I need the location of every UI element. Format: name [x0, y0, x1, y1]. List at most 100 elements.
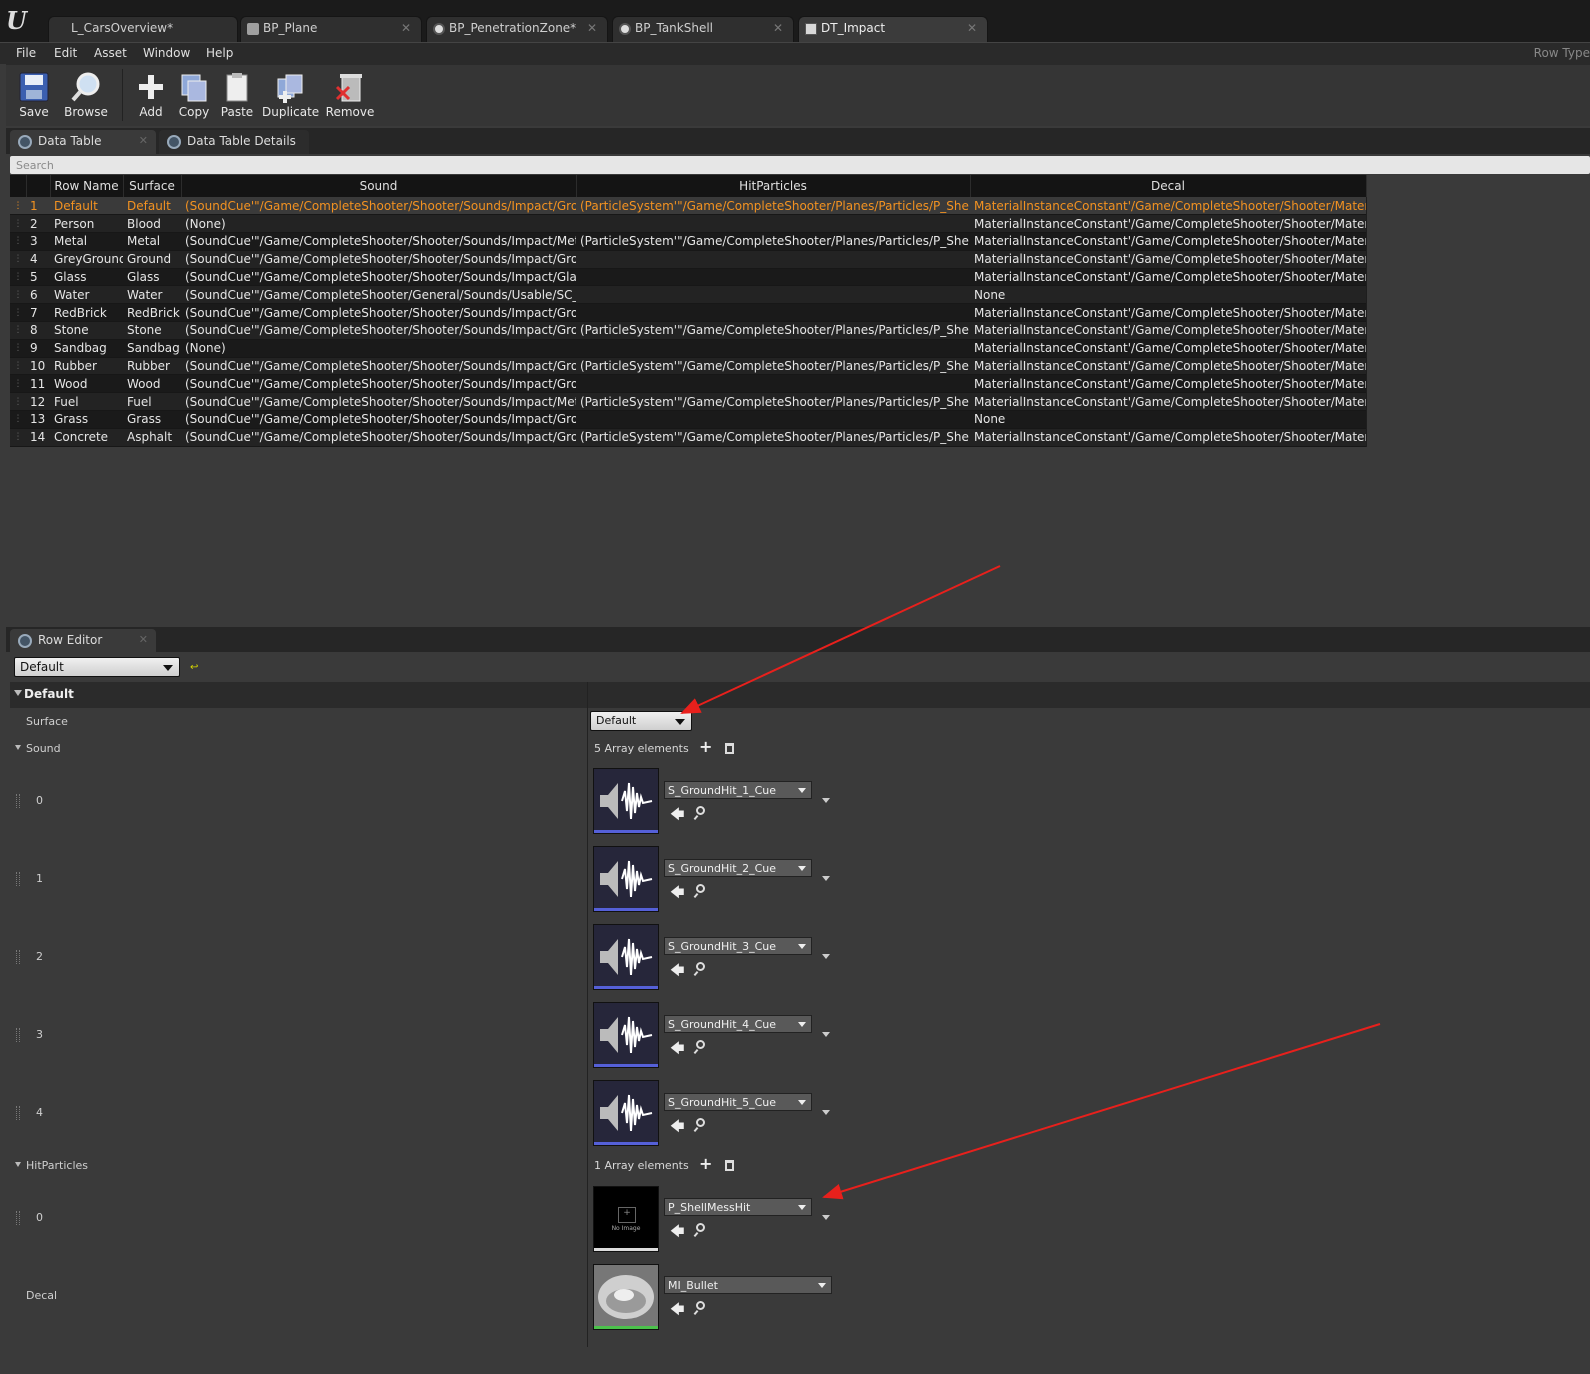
- doc-tab-bp-tankshell[interactable]: BP_TankShell ✕: [612, 16, 794, 42]
- chevron-down-icon[interactable]: [822, 954, 830, 959]
- doc-tab-dt-impact[interactable]: DT_Impact ✕: [798, 16, 988, 42]
- trash-icon[interactable]: [725, 743, 734, 754]
- paste-button[interactable]: Paste: [209, 67, 265, 125]
- table-row[interactable]: ⋮ 9 Sandbag Sandbag (None) MaterialInstanceCo…: [10, 339, 1366, 358]
- row-drag-handle-icon[interactable]: ⋮: [10, 357, 26, 376]
- sound-asset-dropdown[interactable]: S_GroundHit_3_Cue: [664, 937, 812, 955]
- table-row[interactable]: ⋮ 14 Concrete Asphalt (SoundCue'"/Game/Compl…: [10, 428, 1366, 447]
- browse-asset-icon[interactable]: [696, 884, 705, 893]
- use-selected-arrow-icon[interactable]: 🡄: [670, 960, 684, 984]
- row-drag-handle-icon[interactable]: ⋮: [10, 303, 26, 323]
- menu-asset[interactable]: Asset: [94, 46, 127, 60]
- table-row[interactable]: ⋮ 7 RedBrick RedBrick (SoundCue'"/Game/Compl…: [10, 303, 1366, 323]
- row-drag-handle-icon[interactable]: ⋮: [10, 428, 26, 447]
- sound-thumbnail[interactable]: [593, 846, 659, 912]
- row-drag-handle-icon[interactable]: ⋮: [10, 214, 26, 234]
- browse-asset-icon[interactable]: [696, 1223, 705, 1232]
- sound-asset-dropdown[interactable]: S_GroundHit_2_Cue: [664, 859, 812, 877]
- doc-tab-bp-plane[interactable]: BP_Plane ✕: [240, 16, 422, 42]
- table-row[interactable]: ⋮ 6 Water Water (SoundCue'"/Game/CompleteSho…: [10, 285, 1366, 305]
- decal-asset-dropdown[interactable]: MI_Bullet: [664, 1276, 832, 1294]
- sound-asset-dropdown[interactable]: S_GroundHit_4_Cue: [664, 1015, 812, 1033]
- row-drag-handle-icon[interactable]: ⋮: [10, 268, 26, 287]
- chevron-down-icon[interactable]: [822, 798, 830, 803]
- particle-asset-dropdown[interactable]: P_ShellMessHit: [664, 1198, 812, 1216]
- menu-help[interactable]: Help: [206, 46, 233, 60]
- table-row[interactable]: ⋮ 12 Fuel Fuel (SoundCue'"/Game/CompleteShoo…: [10, 392, 1366, 412]
- drag-handle-icon[interactable]: [16, 1106, 20, 1120]
- row-drag-handle-icon[interactable]: ⋮: [10, 197, 26, 216]
- menu-edit[interactable]: Edit: [54, 46, 77, 60]
- category-header[interactable]: Default: [10, 682, 1590, 708]
- sound-thumbnail[interactable]: [593, 924, 659, 990]
- doc-tab-level[interactable]: L_CarsOverview*: [48, 16, 238, 42]
- trash-icon[interactable]: [725, 1160, 734, 1171]
- browse-asset-icon[interactable]: [696, 962, 705, 971]
- chevron-down-icon[interactable]: [822, 1032, 830, 1037]
- particle-thumbnail[interactable]: + No Image: [593, 1186, 659, 1252]
- remove-button[interactable]: Remove: [322, 67, 378, 125]
- menu-file[interactable]: File: [16, 46, 36, 60]
- browse-asset-icon[interactable]: [696, 806, 705, 815]
- tab-row-editor[interactable]: Row Editor ✕: [10, 629, 156, 653]
- close-icon[interactable]: ✕: [773, 21, 783, 35]
- header-hitparticles[interactable]: HitParticles: [576, 175, 971, 197]
- browse-asset-icon[interactable]: [696, 1301, 705, 1310]
- row-drag-handle-icon[interactable]: ⋮: [10, 339, 26, 358]
- use-selected-arrow-icon[interactable]: 🡄: [670, 1116, 684, 1140]
- table-row[interactable]: ⋮ 5 Glass Glass (SoundCue'"/Game/CompleteSho…: [10, 268, 1366, 287]
- surface-dropdown[interactable]: Default: [590, 711, 692, 731]
- search-box[interactable]: [10, 156, 1590, 174]
- row-drag-handle-icon[interactable]: ⋮: [10, 374, 26, 394]
- drag-handle-icon[interactable]: [16, 872, 20, 886]
- close-icon[interactable]: ✕: [139, 134, 148, 147]
- table-row[interactable]: ⋮ 11 Wood Wood (SoundCue'"/Game/CompleteShoo…: [10, 374, 1366, 394]
- add-element-icon[interactable]: +: [699, 1154, 712, 1173]
- browse-asset-icon[interactable]: [696, 1118, 705, 1127]
- browse-button[interactable]: Browse: [58, 67, 114, 125]
- header-decal[interactable]: Decal: [970, 175, 1367, 197]
- doc-tab-bp-penetrationzone[interactable]: BP_PenetrationZone* ✕: [426, 16, 608, 42]
- table-row[interactable]: ⋮ 3 Metal Metal (SoundCue'"/Game/CompleteSho…: [10, 232, 1366, 251]
- browse-asset-icon[interactable]: [696, 1040, 705, 1049]
- decal-thumbnail[interactable]: [593, 1264, 659, 1330]
- use-selected-arrow-icon[interactable]: 🡄: [670, 1038, 684, 1062]
- header-surface[interactable]: Surface: [123, 175, 182, 197]
- header-row-name[interactable]: Row Name: [50, 175, 124, 197]
- add-element-icon[interactable]: +: [699, 737, 712, 756]
- table-row[interactable]: ⋮ 13 Grass Grass (SoundCue'"/Game/CompleteSh…: [10, 410, 1366, 429]
- search-input[interactable]: [10, 156, 1590, 174]
- duplicate-button[interactable]: Duplicate: [262, 67, 319, 125]
- table-row[interactable]: ⋮ 4 GreyGround Ground (SoundCue'"/Game/Compl…: [10, 250, 1366, 269]
- use-selected-arrow-icon[interactable]: 🡄: [670, 804, 684, 828]
- use-selected-arrow-icon[interactable]: 🡄: [670, 1299, 684, 1323]
- table-row[interactable]: ⋮ 1 Default Default (SoundCue'"/Game/Complet…: [10, 197, 1366, 216]
- row-drag-handle-icon[interactable]: ⋮: [10, 232, 26, 251]
- chevron-down-icon[interactable]: [822, 876, 830, 881]
- menu-window[interactable]: Window: [143, 46, 190, 60]
- close-icon[interactable]: ✕: [587, 21, 597, 35]
- close-icon[interactable]: ✕: [967, 21, 977, 35]
- use-selected-arrow-icon[interactable]: 🡄: [670, 1221, 684, 1245]
- row-drag-handle-icon[interactable]: ⋮: [10, 410, 26, 429]
- table-row[interactable]: ⋮ 2 Person Blood (None) MaterialInstanceConst…: [10, 214, 1366, 234]
- table-row[interactable]: ⋮ 8 Stone Stone (SoundCue'"/Game/CompleteSho…: [10, 321, 1366, 340]
- chevron-down-icon[interactable]: [822, 1215, 830, 1220]
- sound-thumbnail[interactable]: [593, 1080, 659, 1146]
- tab-data-table-details[interactable]: Data Table Details: [159, 130, 309, 154]
- drag-handle-icon[interactable]: [16, 950, 20, 964]
- close-icon[interactable]: ✕: [401, 21, 411, 35]
- use-selected-arrow-icon[interactable]: 🡄: [670, 882, 684, 906]
- table-row[interactable]: ⋮ 10 Rubber Rubber (SoundCue'"/Game/Complete…: [10, 357, 1366, 376]
- property-splitter[interactable]: [587, 682, 588, 1347]
- save-button[interactable]: Save: [6, 67, 62, 125]
- expand-triangle-icon[interactable]: [15, 1162, 21, 1167]
- row-drag-handle-icon[interactable]: ⋮: [10, 285, 26, 305]
- tab-data-table[interactable]: Data Table ✕: [10, 130, 156, 154]
- reset-arrow-icon[interactable]: ↩: [190, 662, 200, 673]
- sound-thumbnail[interactable]: [593, 768, 659, 834]
- chevron-down-icon[interactable]: [822, 1110, 830, 1115]
- drag-handle-icon[interactable]: [16, 1028, 20, 1042]
- row-select-dropdown[interactable]: Default: [14, 657, 180, 677]
- expand-triangle-icon[interactable]: [15, 745, 21, 750]
